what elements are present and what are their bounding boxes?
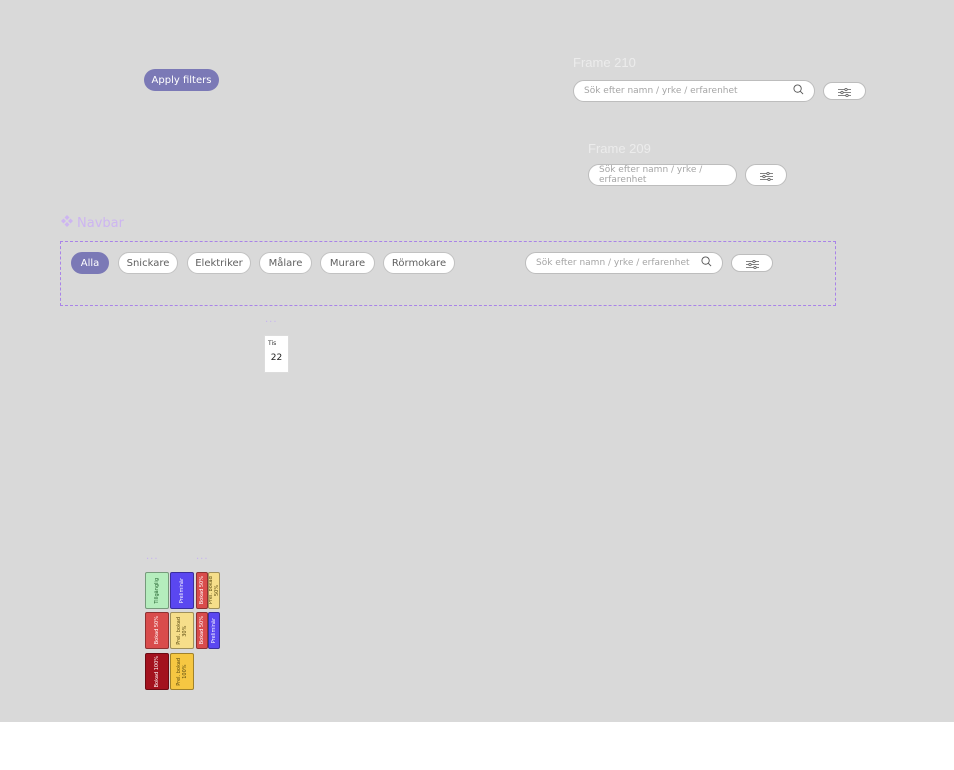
- search-icon: [793, 84, 804, 98]
- chip-murare[interactable]: Murare: [320, 252, 375, 274]
- status-tag[interactable]: Preliminär: [208, 612, 220, 649]
- frame-209-title[interactable]: Frame 209: [588, 141, 651, 156]
- status-tag[interactable]: Bokad 50%: [145, 612, 169, 649]
- search-placeholder: Sök efter namn / yrke / erfarenhet: [599, 165, 703, 185]
- chip-elektriker[interactable]: Elektriker: [187, 252, 251, 274]
- search-placeholder: Sök efter namn / yrke / erfarenhet: [584, 86, 738, 96]
- chip-alla[interactable]: Alla: [71, 252, 109, 274]
- sliders-icon: [745, 254, 759, 273]
- status-tag[interactable]: Bokad 50%: [196, 612, 208, 649]
- status-tag-label: Bokad 50%: [154, 616, 160, 645]
- status-tag-label: Preliminär: [179, 577, 185, 604]
- frame-210-title[interactable]: Frame 210: [573, 55, 636, 70]
- search-placeholder: Sök efter namn / yrke / erfarenhet: [536, 258, 690, 268]
- navbar-search-input[interactable]: Sök efter namn / yrke / erfarenhet: [525, 252, 723, 274]
- chip-snickare[interactable]: Snickare: [118, 252, 178, 274]
- sliders-icon: [759, 166, 773, 185]
- status-tag-label: Bokad 50%: [199, 576, 205, 605]
- status-tag[interactable]: Bokad 50%: [196, 572, 208, 609]
- status-tag[interactable]: Prel. bokad 100%: [170, 653, 194, 690]
- frame-209-search-input[interactable]: Sök efter namn / yrke / erfarenhet: [588, 164, 737, 186]
- status-tag[interactable]: Prel. bokad 50%: [208, 572, 220, 609]
- navbar: [60, 241, 836, 306]
- status-tag-label: Prel. bokad 100%: [176, 657, 188, 686]
- status-tag[interactable]: Preliminär: [170, 572, 194, 609]
- date-card-day: Tis: [268, 340, 277, 347]
- status-tag[interactable]: Prel. bokad 30%: [170, 612, 194, 649]
- navbar-label-text: Navbar: [77, 215, 124, 231]
- frame-209-filter-button[interactable]: [745, 164, 787, 186]
- status-tag-label: Prel. bokad 30%: [176, 616, 188, 645]
- date-card-date: 22: [270, 353, 283, 363]
- sliders-icon: [838, 82, 851, 101]
- frame-210-search-input[interactable]: Sök efter namn / yrke / erfarenhet: [573, 80, 815, 102]
- frame-210-filter-button[interactable]: [823, 82, 866, 100]
- tag-group-dots: ...: [196, 551, 209, 562]
- date-card-group-dots: ...: [265, 314, 278, 325]
- status-tag-label: Bokad 100%: [154, 655, 160, 688]
- tag-group-dots: ...: [146, 551, 159, 562]
- apply-filters-button[interactable]: Apply filters: [144, 69, 219, 91]
- status-tag-label: Preliminär: [211, 617, 217, 644]
- status-tag-label: Bokad 50%: [199, 616, 205, 645]
- date-card[interactable]: Tis 22: [264, 335, 289, 373]
- status-tag[interactable]: Bokad 100%: [145, 653, 169, 690]
- status-tag-label: Tillgänglig: [154, 577, 160, 604]
- navbar-filter-button[interactable]: [731, 254, 773, 272]
- chip-rormokare[interactable]: Rörmokare: [383, 252, 455, 274]
- chip-malare[interactable]: Målare: [259, 252, 312, 274]
- status-tag[interactable]: Tillgänglig: [145, 572, 169, 609]
- search-icon: [701, 256, 712, 270]
- status-tag-label: Prel. bokad 50%: [208, 576, 220, 605]
- component-icon: [61, 215, 73, 231]
- navbar-component-label[interactable]: Navbar: [61, 215, 124, 231]
- design-canvas: Apply filters Frame 210 Sök efter namn /…: [0, 0, 954, 722]
